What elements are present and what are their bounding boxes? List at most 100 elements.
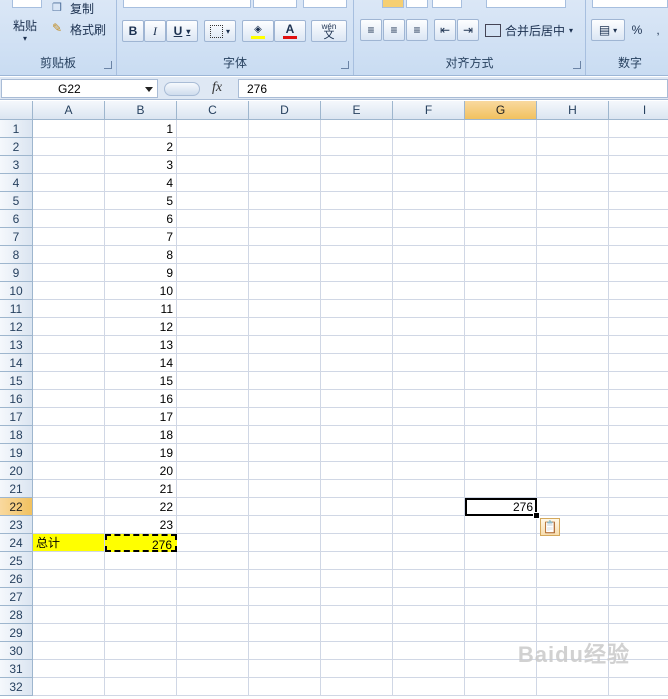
cell-i20[interactable] [609, 462, 668, 480]
cell-b29[interactable] [105, 624, 177, 642]
font-dialog-launcher[interactable] [341, 61, 349, 69]
cell-b22[interactable]: 22 [105, 498, 177, 516]
cell-c27[interactable] [177, 588, 249, 606]
row-header[interactable]: 16 [0, 390, 33, 408]
cell-c10[interactable] [177, 282, 249, 300]
cell-h19[interactable] [537, 444, 609, 462]
cell-f22[interactable] [393, 498, 465, 516]
cell-e22[interactable] [321, 498, 393, 516]
cell-i18[interactable] [609, 426, 668, 444]
column-header-g[interactable]: G [465, 101, 537, 119]
cell-f6[interactable] [393, 210, 465, 228]
cell-e26[interactable] [321, 570, 393, 588]
row-header[interactable]: 1 [0, 120, 33, 138]
cell-g17[interactable] [465, 408, 537, 426]
number-format-box[interactable] [592, 0, 668, 8]
cell-b21[interactable]: 21 [105, 480, 177, 498]
row-header[interactable]: 21 [0, 480, 33, 498]
cell-i32[interactable] [609, 678, 668, 696]
cell-i16[interactable] [609, 390, 668, 408]
cell-h11[interactable] [537, 300, 609, 318]
cell-i2[interactable] [609, 138, 668, 156]
cell-b18[interactable]: 18 [105, 426, 177, 444]
cell-h24[interactable] [537, 534, 609, 552]
worksheet-grid[interactable]: 1 1 2 2 3 3 4 4 5 5 6 6 7 7 8 8 9 9 10 10 11 11 12 12 13 13 14 14 15… [0, 120, 668, 699]
cell-a32[interactable] [33, 678, 105, 696]
cell-d31[interactable] [249, 660, 321, 678]
cell-i8[interactable] [609, 246, 668, 264]
cell-h9[interactable] [537, 264, 609, 282]
cell-h10[interactable] [537, 282, 609, 300]
row-header[interactable]: 7 [0, 228, 33, 246]
row-header[interactable]: 19 [0, 444, 33, 462]
row-header[interactable]: 8 [0, 246, 33, 264]
fill-color-button[interactable]: ◈ [242, 20, 274, 42]
cell-c11[interactable] [177, 300, 249, 318]
cell-e17[interactable] [321, 408, 393, 426]
row-header[interactable]: 13 [0, 336, 33, 354]
cell-b30[interactable] [105, 642, 177, 660]
percent-button[interactable]: % [626, 19, 648, 41]
cell-f2[interactable] [393, 138, 465, 156]
cell-a3[interactable] [33, 156, 105, 174]
cell-d22[interactable] [249, 498, 321, 516]
cell-d1[interactable] [249, 120, 321, 138]
cell-c20[interactable] [177, 462, 249, 480]
cell-e18[interactable] [321, 426, 393, 444]
cell-g26[interactable] [465, 570, 537, 588]
cell-c8[interactable] [177, 246, 249, 264]
row-header[interactable]: 23 [0, 516, 33, 534]
cell-i5[interactable] [609, 192, 668, 210]
cell-f1[interactable] [393, 120, 465, 138]
cell-e30[interactable] [321, 642, 393, 660]
top-align-button[interactable] [382, 0, 404, 8]
row-header[interactable]: 28 [0, 606, 33, 624]
cell-b24[interactable]: 276 [105, 534, 177, 552]
row-header[interactable]: 29 [0, 624, 33, 642]
cell-a30[interactable] [33, 642, 105, 660]
cell-d24[interactable] [249, 534, 321, 552]
cell-a7[interactable] [33, 228, 105, 246]
cell-g23[interactable] [465, 516, 537, 534]
cell-g3[interactable] [465, 156, 537, 174]
cell-f26[interactable] [393, 570, 465, 588]
cell-b1[interactable]: 1 [105, 120, 177, 138]
cell-a29[interactable] [33, 624, 105, 642]
column-header-a[interactable]: A [33, 101, 105, 119]
cell-f13[interactable] [393, 336, 465, 354]
cell-e24[interactable] [321, 534, 393, 552]
cell-g27[interactable] [465, 588, 537, 606]
column-header-c[interactable]: C [177, 101, 249, 119]
cell-d10[interactable] [249, 282, 321, 300]
cell-c4[interactable] [177, 174, 249, 192]
cell-d15[interactable] [249, 372, 321, 390]
phonetic-button[interactable]: wén 文 [311, 20, 347, 42]
cell-a17[interactable] [33, 408, 105, 426]
font-color-button[interactable]: A [274, 20, 306, 42]
cell-h18[interactable] [537, 426, 609, 444]
cell-c5[interactable] [177, 192, 249, 210]
cell-d28[interactable] [249, 606, 321, 624]
cell-g16[interactable] [465, 390, 537, 408]
row-header[interactable]: 22 [0, 498, 33, 516]
cell-i3[interactable] [609, 156, 668, 174]
cell-c24[interactable] [177, 534, 249, 552]
cell-f23[interactable] [393, 516, 465, 534]
chevron-down-icon[interactable] [145, 87, 153, 92]
cell-a4[interactable] [33, 174, 105, 192]
cell-d12[interactable] [249, 318, 321, 336]
cell-i21[interactable] [609, 480, 668, 498]
cell-g21[interactable] [465, 480, 537, 498]
cell-h4[interactable] [537, 174, 609, 192]
select-all-button[interactable] [0, 101, 33, 119]
align-left-button[interactable]: ≡ [360, 19, 382, 41]
cell-e6[interactable] [321, 210, 393, 228]
cell-b14[interactable]: 14 [105, 354, 177, 372]
cell-a22[interactable] [33, 498, 105, 516]
increase-indent-button[interactable]: ⇥ [457, 19, 479, 41]
cell-e14[interactable] [321, 354, 393, 372]
cell-e27[interactable] [321, 588, 393, 606]
row-header[interactable]: 6 [0, 210, 33, 228]
cell-b17[interactable]: 17 [105, 408, 177, 426]
cell-e15[interactable] [321, 372, 393, 390]
